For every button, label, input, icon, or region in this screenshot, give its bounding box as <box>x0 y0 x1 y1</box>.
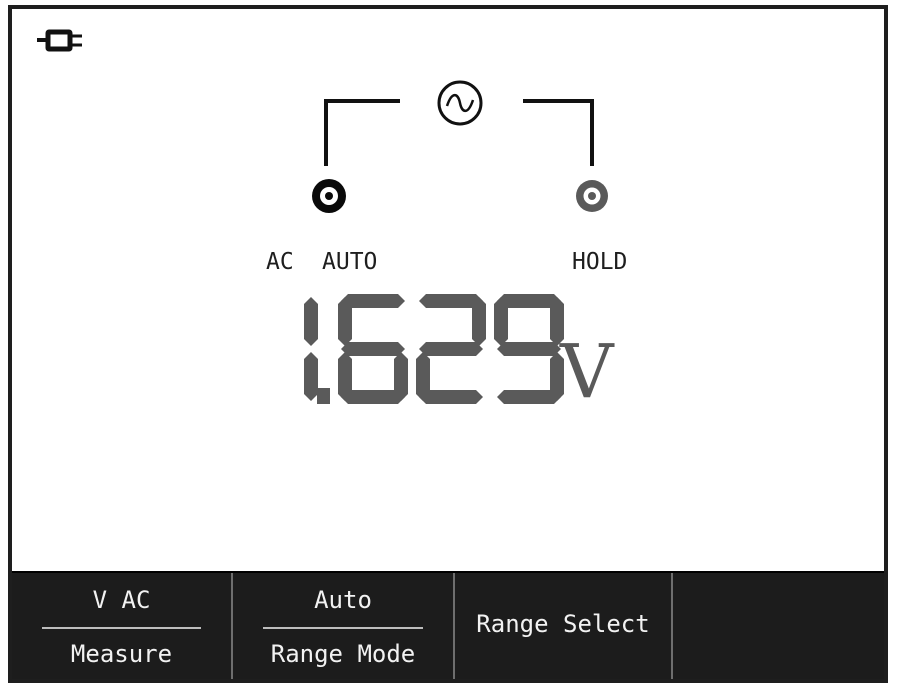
segment-b <box>472 297 486 346</box>
segment-f <box>338 297 352 346</box>
segment-f <box>494 297 508 346</box>
softkey-bar: V AC Measure Auto Range Mode Range Selec… <box>12 571 884 679</box>
softkey-range-select-label: Range Select <box>476 610 650 638</box>
digit-2 <box>416 294 486 404</box>
softkey-range-mode-value: Auto <box>314 586 372 614</box>
softkey-measure[interactable]: V AC Measure <box>12 573 233 679</box>
softkey-range-select[interactable]: Range Select <box>455 573 673 679</box>
hold-indicator: HOLD <box>572 249 627 275</box>
ac-plug-icon <box>37 29 82 52</box>
terminal-active-icon <box>312 179 346 213</box>
segment-d <box>497 390 561 404</box>
softkey-divider <box>263 627 423 629</box>
segment-g <box>341 342 405 356</box>
terminal-inactive-icon <box>576 180 608 212</box>
digit-6 <box>338 294 408 404</box>
main-reading <box>304 294 564 404</box>
decimal-point <box>317 388 330 404</box>
right-wire <box>523 99 594 166</box>
segment-c <box>394 352 408 401</box>
ac-sine-source-icon <box>437 80 483 126</box>
softkey-measure-value: V AC <box>92 586 151 614</box>
softkey-range-mode[interactable]: Auto Range Mode <box>233 573 455 679</box>
segment-b <box>304 297 318 346</box>
segment-g <box>419 342 483 356</box>
left-wire <box>324 99 400 166</box>
measurement-screen: AC AUTO HOLD V <box>37 29 627 415</box>
unit-label: V <box>559 329 615 415</box>
segment-c <box>304 352 318 401</box>
softkey-measure-label: Measure <box>70 640 173 668</box>
softkey-divider <box>42 627 201 629</box>
softkey-range-mode-label: Range Mode <box>270 640 416 668</box>
auto-range-indicator: AUTO <box>322 249 377 275</box>
digit-1 <box>304 297 318 401</box>
multimeter-display: AC AUTO HOLD V V AC Measure Auto Range M… <box>8 5 888 683</box>
segment-d <box>419 390 483 404</box>
digit-9 <box>494 294 564 404</box>
segment-g <box>497 342 561 356</box>
ac-mode-indicator: AC <box>266 249 294 275</box>
